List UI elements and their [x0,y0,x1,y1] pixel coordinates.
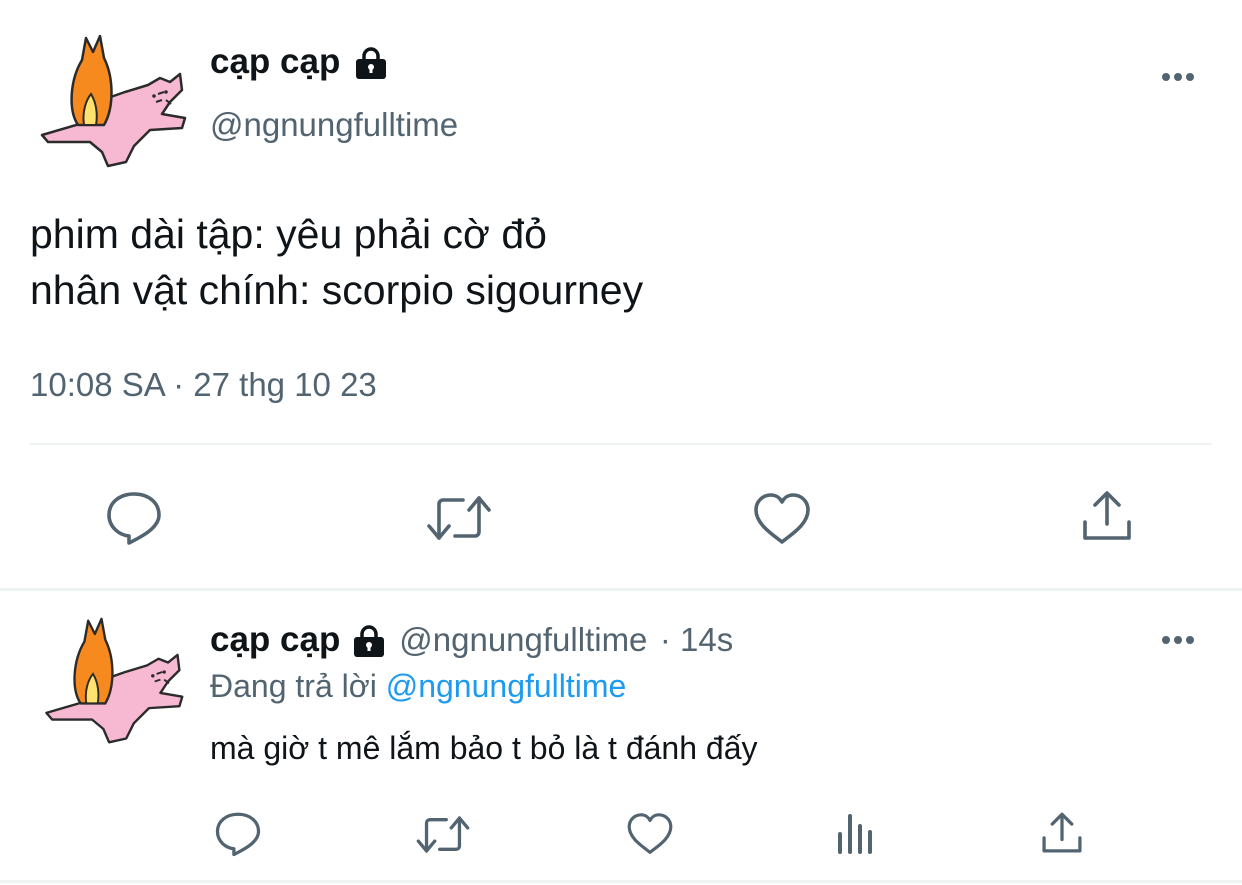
bunny-fire-avatar-image [40,34,187,168]
reply-author-handle[interactable]: @ngnungfulltime [399,621,647,658]
reply-time[interactable]: · 14s [660,621,733,658]
like-icon[interactable] [626,812,674,856]
bunny-fire-avatar-image [45,617,184,744]
reply-icon[interactable] [214,811,262,857]
divider [30,443,1212,445]
lock-icon [353,46,389,85]
like-icon[interactable] [752,492,812,546]
tweet-text: phim dài tập: yêu phải cờ đỏ nhân vật ch… [30,206,643,318]
reply-more-options-icon[interactable] [1162,631,1202,645]
reply-avatar[interactable] [35,612,187,752]
tweet-avatar[interactable] [30,30,190,175]
author-name[interactable]: cạp cạp [210,42,340,81]
analytics-icon[interactable] [836,812,876,856]
tweet-author-row: cạp cạp [210,42,389,85]
reply-text: mà giờ t mê lắm bảo t bỏ là t đánh đấy [210,730,758,766]
tweet-text-line-1: phim dài tập: yêu phải cờ đỏ [30,211,547,257]
tweet-timestamp[interactable]: 10:08 SA · 27 thg 10 23 [30,366,377,404]
reply-author-row: cạp cạp @ngnungfulltime · 14s [210,620,733,663]
lock-icon [351,624,387,663]
author-handle[interactable]: @ngnungfulltime [210,106,458,144]
retweet-icon[interactable] [425,492,493,544]
share-icon[interactable] [1040,810,1084,856]
replying-to-line: Đang trả lời @ngnungfulltime [210,668,626,705]
bottom-separator [0,880,1242,883]
retweet-icon[interactable] [415,813,471,856]
replying-to-mention[interactable]: @ngnungfulltime [386,668,627,704]
reply-icon[interactable] [105,490,163,546]
share-icon[interactable] [1080,488,1134,544]
more-options-icon[interactable] [1162,68,1202,82]
replying-prefix: Đang trả lời [210,668,386,704]
tweet-text-line-2: nhân vật chính: scorpio sigourney [30,267,644,313]
section-separator [0,588,1242,591]
reply-author-name[interactable]: cạp cạp [210,620,340,659]
